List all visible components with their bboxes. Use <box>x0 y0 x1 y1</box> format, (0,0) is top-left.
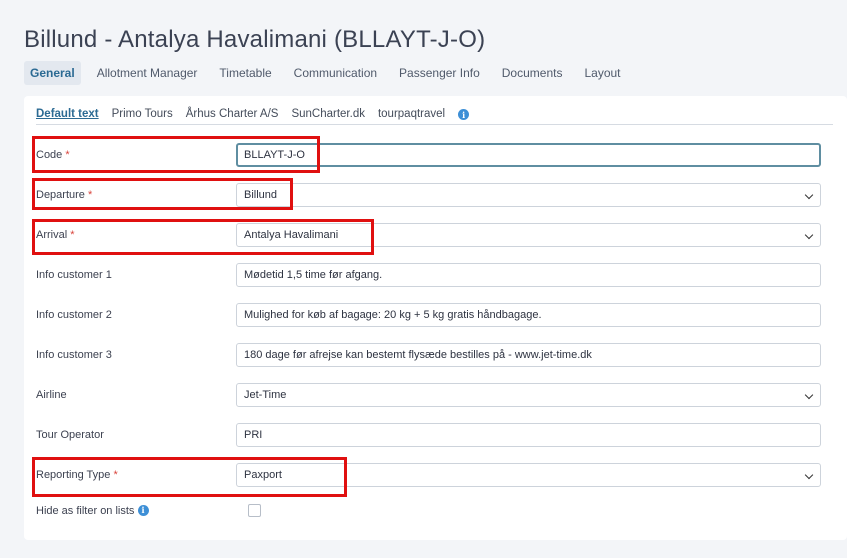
reporting-type-value: Paxport <box>244 469 282 481</box>
subtab-arhus-charter[interactable]: Århus Charter A/S <box>186 106 279 124</box>
info-customer-1-input[interactable]: Mødetid 1,5 time før afgang. <box>236 263 821 287</box>
subtab-suncharter[interactable]: SunCharter.dk <box>291 106 365 124</box>
arrival-row: Arrival * Antalya Havalimani <box>36 223 833 247</box>
tab-allotment-manager[interactable]: Allotment Manager <box>91 61 204 85</box>
reporting-type-label: Reporting Type * <box>36 469 118 481</box>
tour-operator-row: Tour Operator PRI <box>36 423 833 447</box>
required-mark: * <box>70 229 75 241</box>
code-input[interactable]: BLLAYT-J-O <box>236 143 821 167</box>
airline-select[interactable]: Jet-Time <box>236 383 821 407</box>
chevron-down-icon <box>804 470 814 480</box>
language-tabs: Default text Primo Tours Århus Charter A… <box>36 106 833 125</box>
tab-general[interactable]: General <box>24 61 81 85</box>
arrival-value: Antalya Havalimani <box>244 229 339 241</box>
chevron-down-icon <box>804 390 814 400</box>
chevron-down-icon <box>804 230 814 240</box>
tour-operator-input[interactable]: PRI <box>236 423 821 447</box>
subtab-default-text[interactable]: Default text <box>36 106 99 124</box>
info-icon[interactable]: i <box>137 504 149 516</box>
required-mark: * <box>87 189 93 201</box>
tab-communication[interactable]: Communication <box>288 61 383 85</box>
chevron-down-icon <box>804 190 814 200</box>
reporting-type-select[interactable]: Paxport <box>236 463 821 487</box>
subtab-primo-tours[interactable]: Primo Tours <box>112 106 173 124</box>
hide-filter-row: Hide as filter on lists i <box>36 501 833 521</box>
info-customer-2-label: Info customer 2 <box>36 309 112 321</box>
departure-select[interactable]: Billund <box>236 183 821 207</box>
info-customer-3-row: Info customer 3 180 dage før afrejse kan… <box>36 343 833 367</box>
subtab-tourpaqtravel[interactable]: tourpaqtravel <box>378 106 445 124</box>
info-customer-1-row: Info customer 1 Mødetid 1,5 time før afg… <box>36 263 833 287</box>
hide-filter-checkbox[interactable] <box>248 504 261 517</box>
airline-value: Jet-Time <box>244 389 287 401</box>
general-form-card: Default text Primo Tours Århus Charter A… <box>24 96 847 540</box>
departure-label: Departure * <box>36 189 93 201</box>
page-title: Billund - Antalya Havalimani (BLLAYT-J-O… <box>24 26 486 53</box>
info-customer-2-input[interactable]: Mulighed for køb af bagage: 20 kg + 5 kg… <box>236 303 821 327</box>
airline-row: Airline Jet-Time <box>36 383 833 407</box>
required-mark: * <box>113 469 118 481</box>
arrival-select[interactable]: Antalya Havalimani <box>236 223 821 247</box>
info-customer-2-row: Info customer 2 Mulighed for køb af baga… <box>36 303 833 327</box>
required-mark: * <box>65 149 70 161</box>
departure-row: Departure * Billund <box>36 183 833 207</box>
airline-label: Airline <box>36 389 67 401</box>
hide-filter-label: Hide as filter on lists i <box>36 501 149 521</box>
code-row: Code * BLLAYT-J-O <box>36 143 833 167</box>
info-customer-3-input[interactable]: 180 dage før afrejse kan bestemt flysæde… <box>236 343 821 367</box>
main-tabs: General Allotment Manager Timetable Comm… <box>24 60 637 86</box>
info-icon[interactable]: i <box>458 109 470 120</box>
reporting-type-row: Reporting Type * Paxport <box>36 463 833 487</box>
code-label: Code * <box>36 149 70 161</box>
tab-documents[interactable]: Documents <box>496 61 569 85</box>
departure-value: Billund <box>244 189 278 201</box>
tab-layout[interactable]: Layout <box>578 61 626 85</box>
tab-timetable[interactable]: Timetable <box>213 61 277 85</box>
arrival-label: Arrival * <box>36 229 75 241</box>
info-customer-3-label: Info customer 3 <box>36 349 112 361</box>
info-customer-1-label: Info customer 1 <box>36 269 112 281</box>
tab-passenger-info[interactable]: Passenger Info <box>393 61 486 85</box>
tour-operator-label: Tour Operator <box>36 429 104 441</box>
